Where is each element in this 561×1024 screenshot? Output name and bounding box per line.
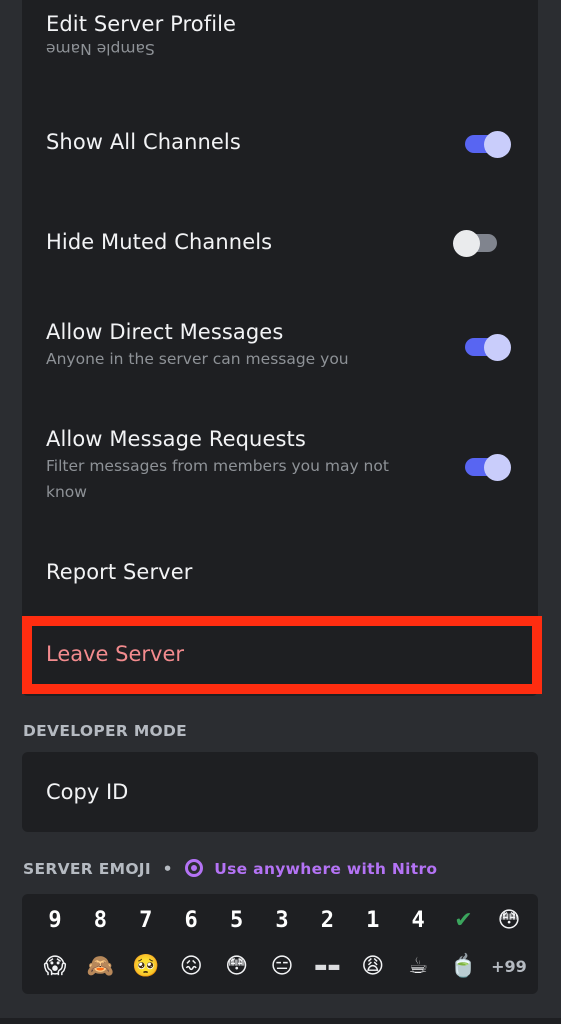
emoji-number-4[interactable]: 4 [399, 906, 437, 936]
show-all-channels-toggle[interactable] [465, 131, 511, 158]
server-emoji-heading-row: SERVER EMOJI • Use anywhere with Nitro [23, 859, 437, 878]
checkmark-emoji[interactable]: ✔ [445, 906, 483, 936]
emoji-number-8[interactable]: 8 [81, 906, 119, 936]
emoji-number-9[interactable]: 9 [36, 906, 74, 936]
flushed-face-emoji[interactable]: 😳 [490, 906, 528, 936]
edit-server-profile-item[interactable]: Edit Server Profile Sample Name [46, 12, 514, 60]
nitro-icon [184, 859, 203, 877]
allow-direct-messages-toggle[interactable] [465, 334, 511, 361]
show-all-channels-item[interactable]: Show All Channels [46, 130, 514, 154]
allow-direct-messages-label: Allow Direct Messages [46, 320, 284, 344]
toggle-knob [484, 454, 511, 481]
teacup-emoji[interactable]: 🍵 [445, 952, 483, 982]
report-server-label: Report Server [46, 560, 193, 584]
unamused-face-emoji[interactable]: 😑 [263, 952, 301, 982]
server-settings-card: Edit Server Profile Sample Name Show All… [22, 0, 538, 696]
covering-face-emoji[interactable]: 🙈 [81, 952, 119, 982]
copy-id-item[interactable]: Copy ID [22, 752, 538, 832]
squinting-face-emoji[interactable]: 😖 [172, 952, 210, 982]
more-emoji-count[interactable]: +99 [490, 952, 528, 982]
weary-face-emoji[interactable]: 😩 [354, 952, 392, 982]
hide-muted-channels-label: Hide Muted Channels [46, 230, 273, 254]
toggle-knob [453, 230, 480, 257]
server-emoji-grid: 9 8 7 6 5 3 2 1 4 ✔ 😳 😱 🙈 🥺 😖 😳 😑 ▬▬ 😩 ☕… [22, 894, 538, 994]
toggle-knob [484, 334, 511, 361]
show-all-channels-label: Show All Channels [46, 130, 241, 154]
allow-direct-messages-item[interactable]: Allow Direct Messages Anyone in the serv… [46, 320, 514, 372]
emoji-number-1[interactable]: 1 [354, 906, 392, 936]
nitro-upsell-link[interactable]: Use anywhere with Nitro [214, 860, 437, 878]
allow-direct-messages-description: Anyone in the server can message you [46, 350, 349, 368]
toggle-knob [484, 131, 511, 158]
emoji-number-5[interactable]: 5 [218, 906, 256, 936]
bottom-bar [0, 1018, 561, 1024]
hide-muted-channels-toggle[interactable] [453, 230, 499, 257]
eyes-strip-emoji[interactable]: ▬▬ [308, 952, 346, 982]
emoji-number-3[interactable]: 3 [263, 906, 301, 936]
server-profile-name: Sample Name [46, 40, 155, 58]
leave-server-item[interactable]: Leave Server [22, 616, 542, 694]
coffee-emoji[interactable]: ☕ [399, 952, 437, 982]
developer-mode-heading: DEVELOPER MODE [23, 722, 188, 740]
allow-message-requests-label: Allow Message Requests [46, 427, 306, 451]
separator-dot: • [162, 860, 173, 878]
allow-message-requests-toggle[interactable] [465, 454, 511, 481]
report-server-item[interactable]: Report Server [46, 560, 514, 584]
emoji-row-2: 😱 🙈 🥺 😖 😳 😑 ▬▬ 😩 ☕ 🍵 +99 [36, 952, 528, 982]
allow-message-requests-item[interactable]: Allow Message Requests Filter messages f… [46, 427, 408, 505]
emoji-number-2[interactable]: 2 [308, 906, 346, 936]
leave-server-label: Leave Server [46, 642, 185, 666]
server-emoji-heading: SERVER EMOJI [23, 860, 151, 878]
pleading-face-emoji[interactable]: 🥺 [127, 952, 165, 982]
edit-server-profile-label: Edit Server Profile [46, 12, 237, 36]
emoji-number-7[interactable]: 7 [127, 906, 165, 936]
emoji-number-6[interactable]: 6 [172, 906, 210, 936]
hide-muted-channels-item[interactable]: Hide Muted Channels [46, 230, 514, 254]
screaming-face-emoji[interactable]: 😱 [36, 952, 74, 982]
allow-message-requests-description: Filter messages from members you may not… [46, 457, 389, 501]
emoji-row-1: 9 8 7 6 5 3 2 1 4 ✔ 😳 [36, 906, 528, 936]
copy-id-label: Copy ID [46, 780, 129, 804]
wide-eyed-face-emoji[interactable]: 😳 [218, 952, 256, 982]
